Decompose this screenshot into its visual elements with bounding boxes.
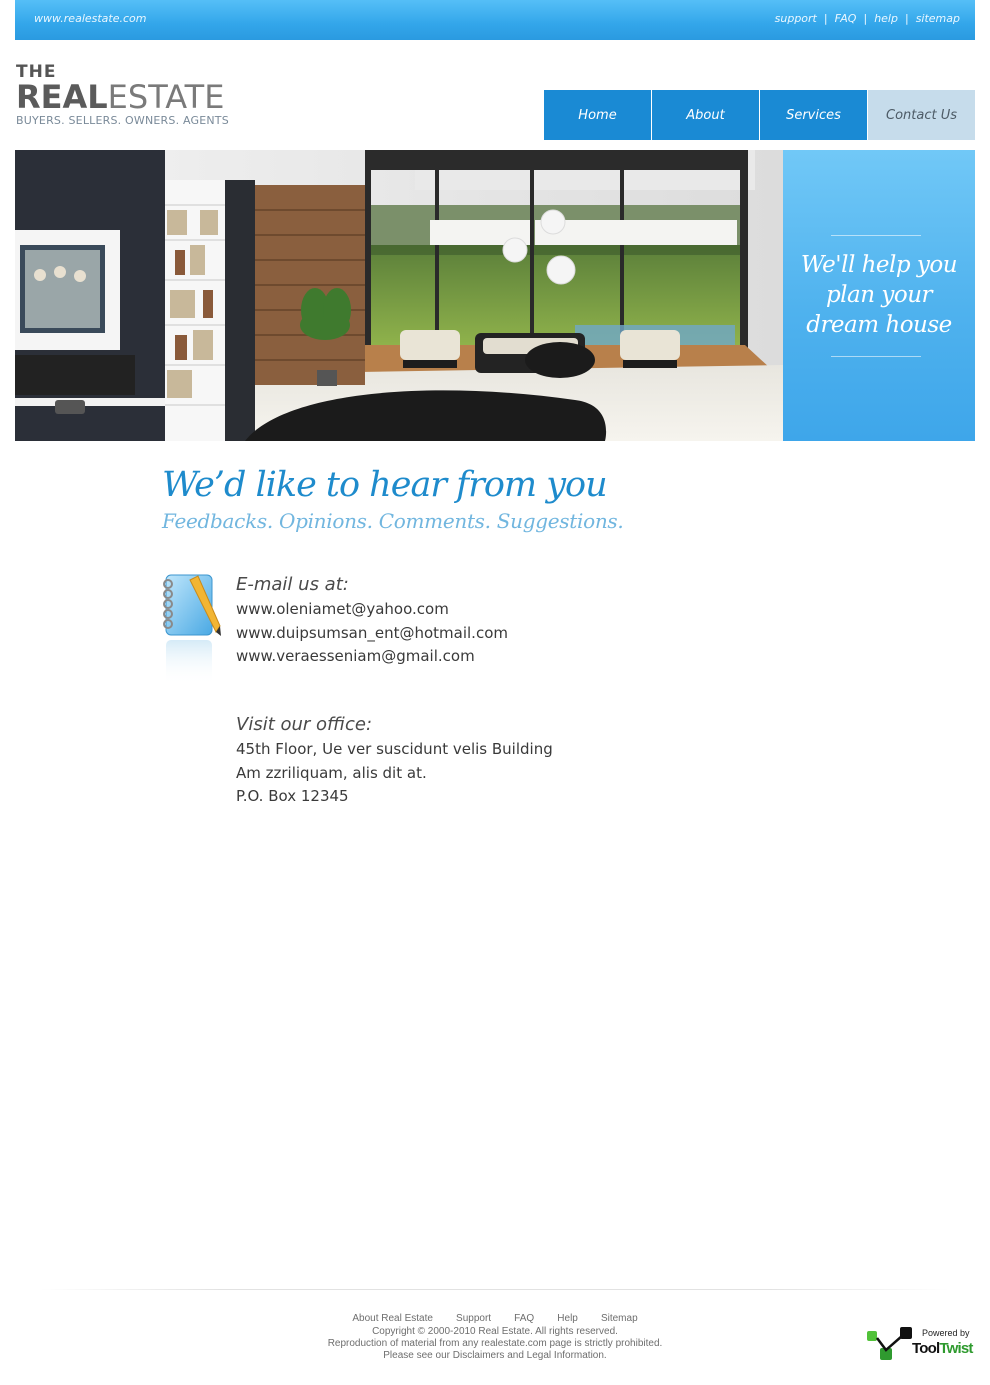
tagline-bottom-rule [831, 356, 921, 357]
copyright-line[interactable]: Please see our Disclaimers and Legal Inf… [0, 1350, 990, 1361]
footer-divider [40, 1289, 950, 1290]
site-url-link[interactable]: www.realestate.com [34, 12, 147, 25]
email-address-link[interactable]: www.veraesseniam@gmail.com [236, 647, 475, 665]
tagline-top-rule [831, 235, 921, 236]
office-section-title: Visit our office: [236, 714, 373, 735]
link-separator: | [904, 12, 909, 25]
hero-tagline-panel: We'll help you plan your dream house [783, 150, 975, 441]
email-address-link[interactable]: www.duipsumsan_ent@hotmail.com [236, 624, 508, 642]
nav-home[interactable]: Home [544, 90, 652, 140]
support-link[interactable]: support [775, 12, 817, 25]
nav-services[interactable]: Services [760, 90, 868, 140]
tooltwist-logo-icon [867, 1327, 912, 1360]
page-subtitle: Feedbacks. Opinions. Comments. Suggestio… [162, 509, 624, 533]
footer-link-support[interactable]: Support [456, 1313, 491, 1324]
footer-links: About Real Estate Support FAQ Help Sitem… [0, 1306, 990, 1325]
office-address-line: Am zzriliquam, alis dit at. [236, 764, 427, 782]
sitemap-link[interactable]: sitemap [916, 12, 960, 25]
brand-twist: Twist [939, 1340, 973, 1357]
site-logo[interactable]: THE REALESTATE BUYERS. SELLERS. OWNERS. … [16, 63, 236, 127]
link-separator: | [823, 12, 828, 25]
tagline-line-2: plan your [825, 282, 933, 308]
office-address-line: 45th Floor, Ue ver suscidunt velis Build… [236, 740, 553, 758]
email-address-link[interactable]: www.oleniamet@yahoo.com [236, 600, 449, 618]
email-section-title: E-mail us at: [236, 574, 349, 595]
copyright-line: Reproduction of material from any reales… [327, 1338, 663, 1349]
interior-photo [15, 150, 783, 441]
footer-link-about[interactable]: About Real Estate [352, 1313, 433, 1324]
tagline-line-3: dream house [806, 312, 952, 338]
notebook-pencil-icon [160, 572, 224, 692]
powered-by-label: Powered by [922, 1328, 970, 1338]
faq-link[interactable]: FAQ [835, 12, 857, 25]
copyright-line: Copyright © 2000-2010 Real Estate. All r… [372, 1326, 618, 1337]
hero-banner: We'll help you plan your dream house [15, 150, 975, 441]
office-address-line: P.O. Box 12345 [236, 787, 349, 805]
footer-link-sitemap[interactable]: Sitemap [601, 1313, 638, 1324]
brand-tool: Tool [912, 1340, 940, 1357]
link-separator: | [863, 12, 868, 25]
powered-by-badge[interactable]: Powered by ToolTwist [864, 1326, 976, 1362]
main-nav: Home About Services Contact Us [544, 90, 975, 140]
tooltwist-brand: ToolTwist [912, 1340, 973, 1357]
hero-tagline: We'll help you plan your dream house [783, 250, 975, 340]
tagline-line-1: We'll help you [800, 252, 958, 278]
top-bar: www.realestate.com support | FAQ | help … [15, 0, 975, 40]
footer-link-help[interactable]: Help [557, 1313, 578, 1324]
logo-real: REAL [16, 78, 108, 116]
utility-links: support | FAQ | help | sitemap [775, 12, 960, 25]
page-title: We’d like to hear from you [162, 465, 608, 505]
nav-about[interactable]: About [652, 90, 760, 140]
logo-wordmark: REALESTATE [16, 81, 236, 113]
footer-link-faq[interactable]: FAQ [514, 1313, 534, 1324]
help-link[interactable]: help [874, 12, 898, 25]
logo-estate: ESTATE [107, 78, 225, 116]
nav-contact-us[interactable]: Contact Us [868, 90, 975, 140]
logo-tagline: BUYERS. SELLERS. OWNERS. AGENTS [16, 114, 229, 127]
